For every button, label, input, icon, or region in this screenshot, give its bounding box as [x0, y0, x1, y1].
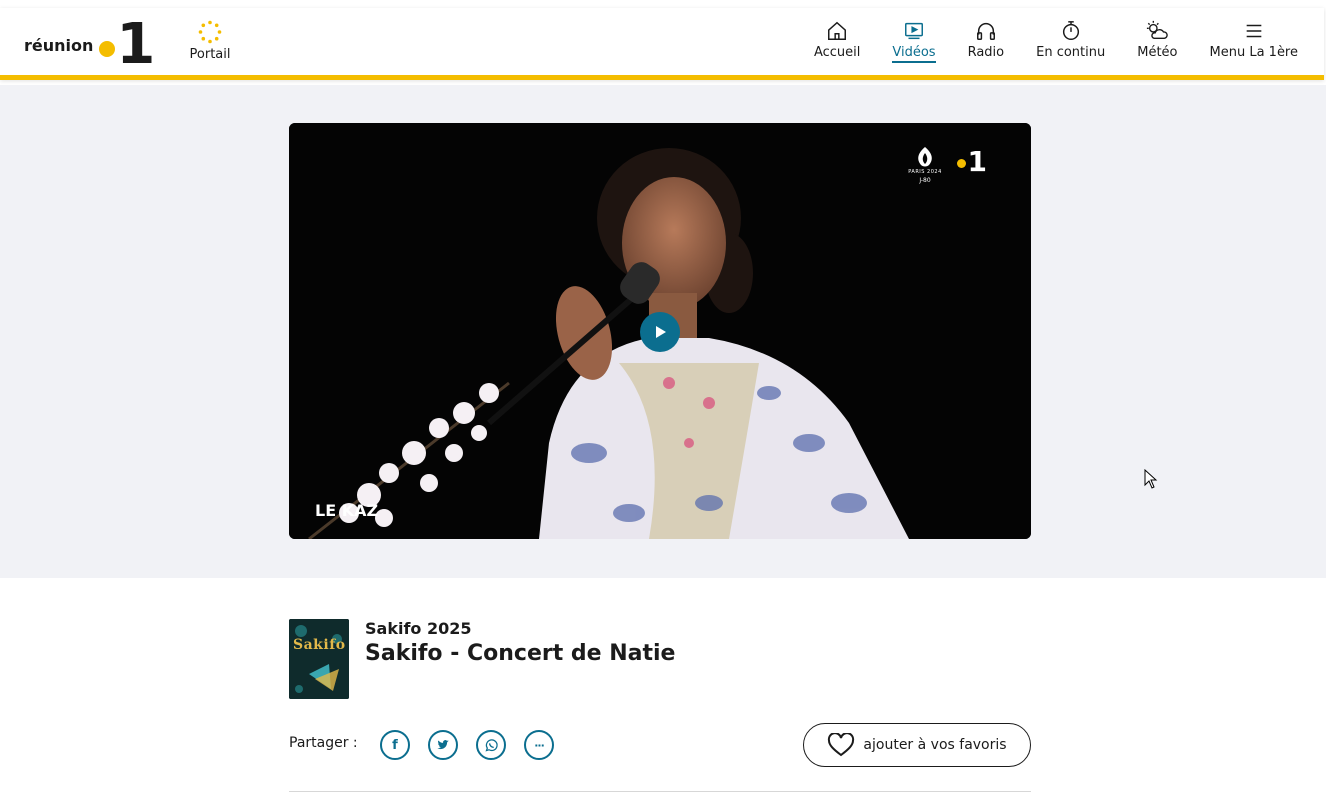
nav-label-meteo: Météo — [1137, 45, 1178, 60]
corner-brand-logo: LE KAZ — [315, 501, 379, 520]
whatsapp-icon — [485, 738, 498, 751]
flame-icon — [918, 147, 932, 167]
share-facebook-button[interactable]: f — [380, 730, 410, 760]
nav-item-meteo[interactable]: Météo — [1121, 20, 1193, 63]
channel-badge: 1 — [956, 145, 987, 178]
share-more-button[interactable]: ··· — [524, 730, 554, 760]
logo-dot — [99, 41, 116, 57]
nav-item-videos[interactable]: Vidéos — [876, 20, 951, 63]
show-thumbnail[interactable]: Sakifo — [289, 619, 349, 699]
video-player[interactable]: PARIS 2024 J-80 1 LE KAZ — [289, 123, 1031, 539]
share-label: Partager : — [289, 735, 358, 751]
nav-label-en-continu: En continu — [1036, 45, 1106, 60]
weather-icon — [1147, 20, 1169, 40]
portail-label: Portail — [189, 47, 231, 62]
show-name[interactable]: Sakifo 2025 — [365, 619, 472, 638]
thumbnail-title: Sakifo — [293, 637, 346, 653]
stopwatch-icon — [1062, 21, 1079, 40]
portail-link[interactable]: Portail — [184, 20, 236, 62]
paris-logo-countdown: J-80 — [919, 177, 931, 184]
badge-dot — [956, 158, 966, 168]
more-icon: ··· — [534, 738, 545, 752]
heart-icon — [828, 733, 855, 757]
logo-number: 1 — [116, 12, 155, 77]
facebook-icon: f — [392, 737, 398, 753]
thumbnail-art — [289, 619, 349, 699]
nav-label-accueil: Accueil — [813, 45, 861, 60]
video-title: Sakifo - Concert de Natie — [365, 641, 676, 666]
share-whatsapp-button[interactable] — [476, 730, 506, 760]
video-section: PARIS 2024 J-80 1 LE KAZ — [0, 85, 1326, 578]
nav-item-en-continu[interactable]: En continu — [1020, 20, 1121, 63]
video-icon — [904, 22, 923, 40]
main-nav: Accueil Vidéos Radio En continu Météo Me… — [798, 20, 1314, 63]
headphones-icon — [976, 23, 995, 40]
play-button[interactable] — [640, 312, 680, 352]
home-icon — [828, 21, 847, 40]
channel-badge-number: 1 — [967, 145, 987, 178]
add-favorite-button[interactable]: ajouter à vos favoris — [803, 723, 1031, 767]
favorite-label: ajouter à vos favoris — [863, 737, 1007, 753]
twitter-icon — [437, 740, 449, 750]
paris-logo-text: PARIS 2024 — [908, 169, 942, 175]
site-logo[interactable]: réunion 1 — [24, 12, 155, 77]
site-header: réunion 1 Portail Accueil Vidéos Radio E… — [0, 8, 1324, 80]
paris-2024-logo: PARIS 2024 J-80 — [903, 145, 947, 184]
nav-label-menu: Menu La 1ère — [1209, 45, 1299, 60]
mouse-cursor-icon — [1144, 469, 1158, 489]
nav-label-radio: Radio — [967, 45, 1005, 60]
nav-label-videos: Vidéos — [892, 45, 936, 63]
section-divider — [289, 791, 1031, 792]
share-bar: Partager : f ··· ajouter à vos favoris — [289, 723, 1031, 767]
logo-text: réunion — [24, 35, 94, 55]
nav-item-menu[interactable]: Menu La 1ère — [1194, 20, 1315, 63]
share-twitter-button[interactable] — [428, 730, 458, 760]
nav-item-radio[interactable]: Radio — [952, 20, 1021, 63]
nav-item-accueil[interactable]: Accueil — [798, 20, 876, 63]
menu-icon — [1246, 24, 1262, 38]
portail-dots-icon — [198, 20, 222, 44]
play-icon — [656, 326, 666, 338]
